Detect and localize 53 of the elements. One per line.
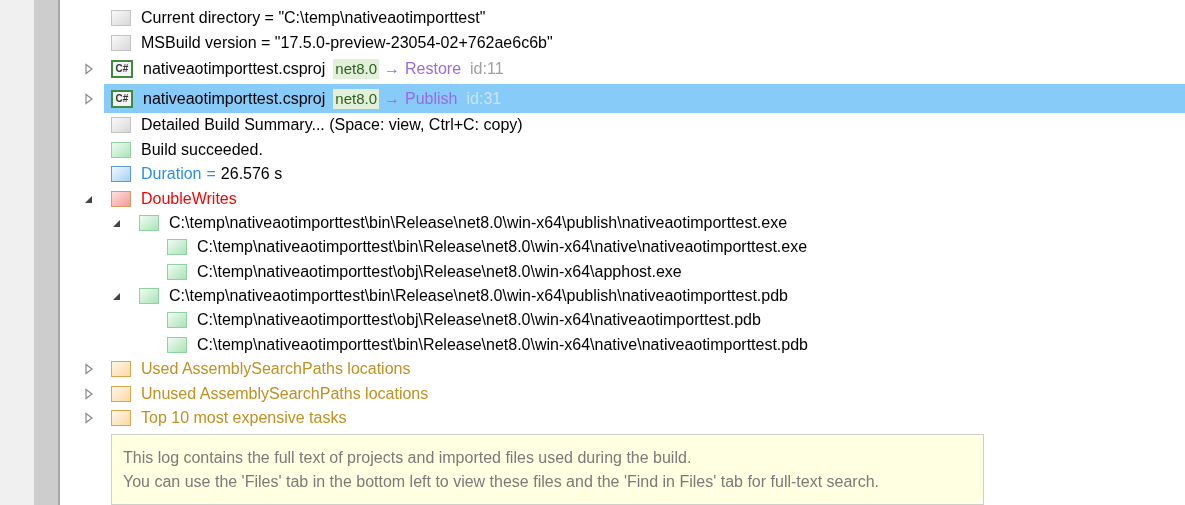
framework-tag: net8.0 [333, 59, 380, 80]
property-name: Duration [141, 164, 202, 185]
node-icon [111, 117, 131, 134]
file-path: C:\temp\nativeaotimporttest\obj\Release\net8.0\win-x64\nativeaotimporttest.pdb [197, 310, 761, 331]
node-icon [111, 385, 131, 402]
project-name: nativeaotimporttest.csproj [143, 59, 326, 80]
note-line: This log contains the full text of projects and imported files used during the build. [123, 448, 693, 469]
node-icon [167, 263, 187, 280]
message-text: Detailed Build Summary... (Space: view, Ctrl+C: copy) [141, 115, 523, 136]
folder-label: Top 10 most expensive tasks [141, 407, 347, 428]
node-icon [111, 409, 131, 426]
folder-label: Used AssemblySearchPaths locations [141, 359, 411, 380]
csharp-project-icon: C# [111, 60, 133, 79]
collapsed-arrow-icon[interactable] [84, 92, 94, 105]
equals-sign: = [206, 164, 216, 185]
node-icon [111, 10, 131, 27]
node-id: id:11 [470, 59, 504, 80]
target-name: Publish [405, 88, 458, 109]
node-icon [167, 239, 187, 256]
collapsed-arrow-icon[interactable] [84, 363, 94, 376]
node-icon [111, 361, 131, 378]
node-id: id:31 [466, 88, 502, 109]
collapsed-arrow-icon[interactable] [84, 411, 94, 424]
folder-label: Unused AssemblySearchPaths locations [141, 383, 429, 404]
node-icon [111, 190, 131, 207]
error-group-label: DoubleWrites [141, 188, 237, 209]
node-icon [111, 34, 131, 51]
file-path: C:\temp\nativeaotimporttest\bin\Release\net8.0\win-x64\native\nativeaotimporttest.exe [197, 237, 808, 258]
tree-item[interactable]: C# nativeaotimporttest.csproj net8.0 → Restore id:11 [104, 54, 1185, 84]
file-path: C:\temp\nativeaotimporttest\obj\Release\net8.0\win-x64\apphost.exe [197, 261, 682, 282]
node-icon [167, 312, 187, 329]
file-path: C:\temp\nativeaotimporttest\bin\Release\net8.0\win-x64\publish\nativeaotimporttest.exe [169, 212, 788, 233]
node-icon [167, 336, 187, 353]
node-icon [139, 214, 159, 231]
message-text: Current directory = "C:\temp\nativeaotimporttest" [141, 8, 486, 29]
collapsed-arrow-icon[interactable] [84, 63, 94, 76]
csharp-project-icon: C# [111, 89, 133, 108]
target-name: Restore [405, 59, 462, 80]
collapsed-arrow-icon[interactable] [84, 387, 94, 400]
project-name: nativeaotimporttest.csproj [143, 88, 326, 109]
arrow-symbol: → [384, 59, 401, 80]
note-line: You can use the 'Files' tab in the bottom left to view these files and the 'Find in Files' tab for full-text search. [123, 472, 881, 493]
arrow-symbol: → [384, 88, 401, 109]
framework-tag: net8.0 [333, 88, 380, 109]
file-path: C:\temp\nativeaotimporttest\bin\Release\net8.0\win-x64\publish\nativeaotimporttest.pdb [169, 286, 788, 307]
node-icon [111, 166, 131, 183]
file-path: C:\temp\nativeaotimporttest\bin\Release\net8.0\win-x64\native\nativeaotimporttest.pdb [197, 334, 808, 355]
message-text: MSBuild version = "17.5.0-preview-23054-02+762ae6c6b" [141, 32, 553, 53]
tree-item[interactable]: C# nativeaotimporttest.csproj net8.0 → Publish id:31 [104, 84, 1185, 114]
node-icon [139, 288, 159, 305]
node-icon [111, 141, 131, 158]
status-text: Build succeeded. [141, 139, 263, 160]
property-value: 26.576 s [220, 164, 283, 185]
